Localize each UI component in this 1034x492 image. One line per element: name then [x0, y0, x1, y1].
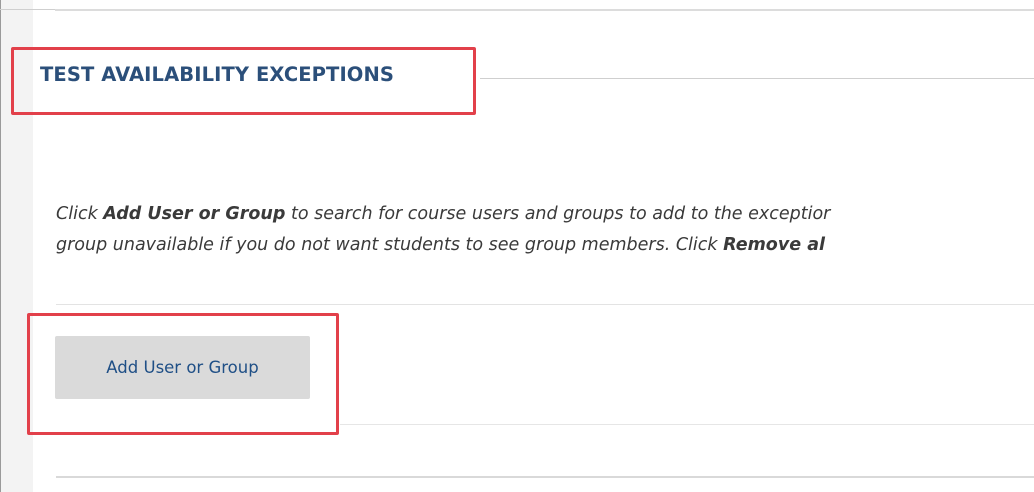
section-title-rule — [480, 78, 1034, 79]
instructions-line1-prefix: Click — [56, 204, 104, 224]
highlight-box-section-title — [11, 47, 476, 115]
instructions-line1-suffix: to search for course users and groups to… — [285, 204, 831, 224]
screenshot-frame: TEST AVAILABILITY EXCEPTIONS Click Add U… — [0, 0, 1034, 492]
highlight-box-add-button — [27, 313, 339, 435]
instructions-text: Click Add User or Group to search for co… — [56, 199, 1034, 261]
button-row-divider — [340, 424, 1034, 425]
bottom-divider — [56, 476, 1034, 478]
instructions-line2-bold: Remove al — [723, 235, 826, 255]
content-top-divider — [55, 9, 1034, 11]
instructions-line1-bold: Add User or Group — [103, 204, 286, 224]
instructions-line1: Click Add User or Group to search for co… — [56, 204, 830, 224]
instructions-line2: group unavailable if you do not want stu… — [56, 235, 825, 255]
instructions-divider — [56, 304, 1034, 305]
instructions-line2-prefix: group unavailable if you do not want stu… — [56, 235, 724, 255]
